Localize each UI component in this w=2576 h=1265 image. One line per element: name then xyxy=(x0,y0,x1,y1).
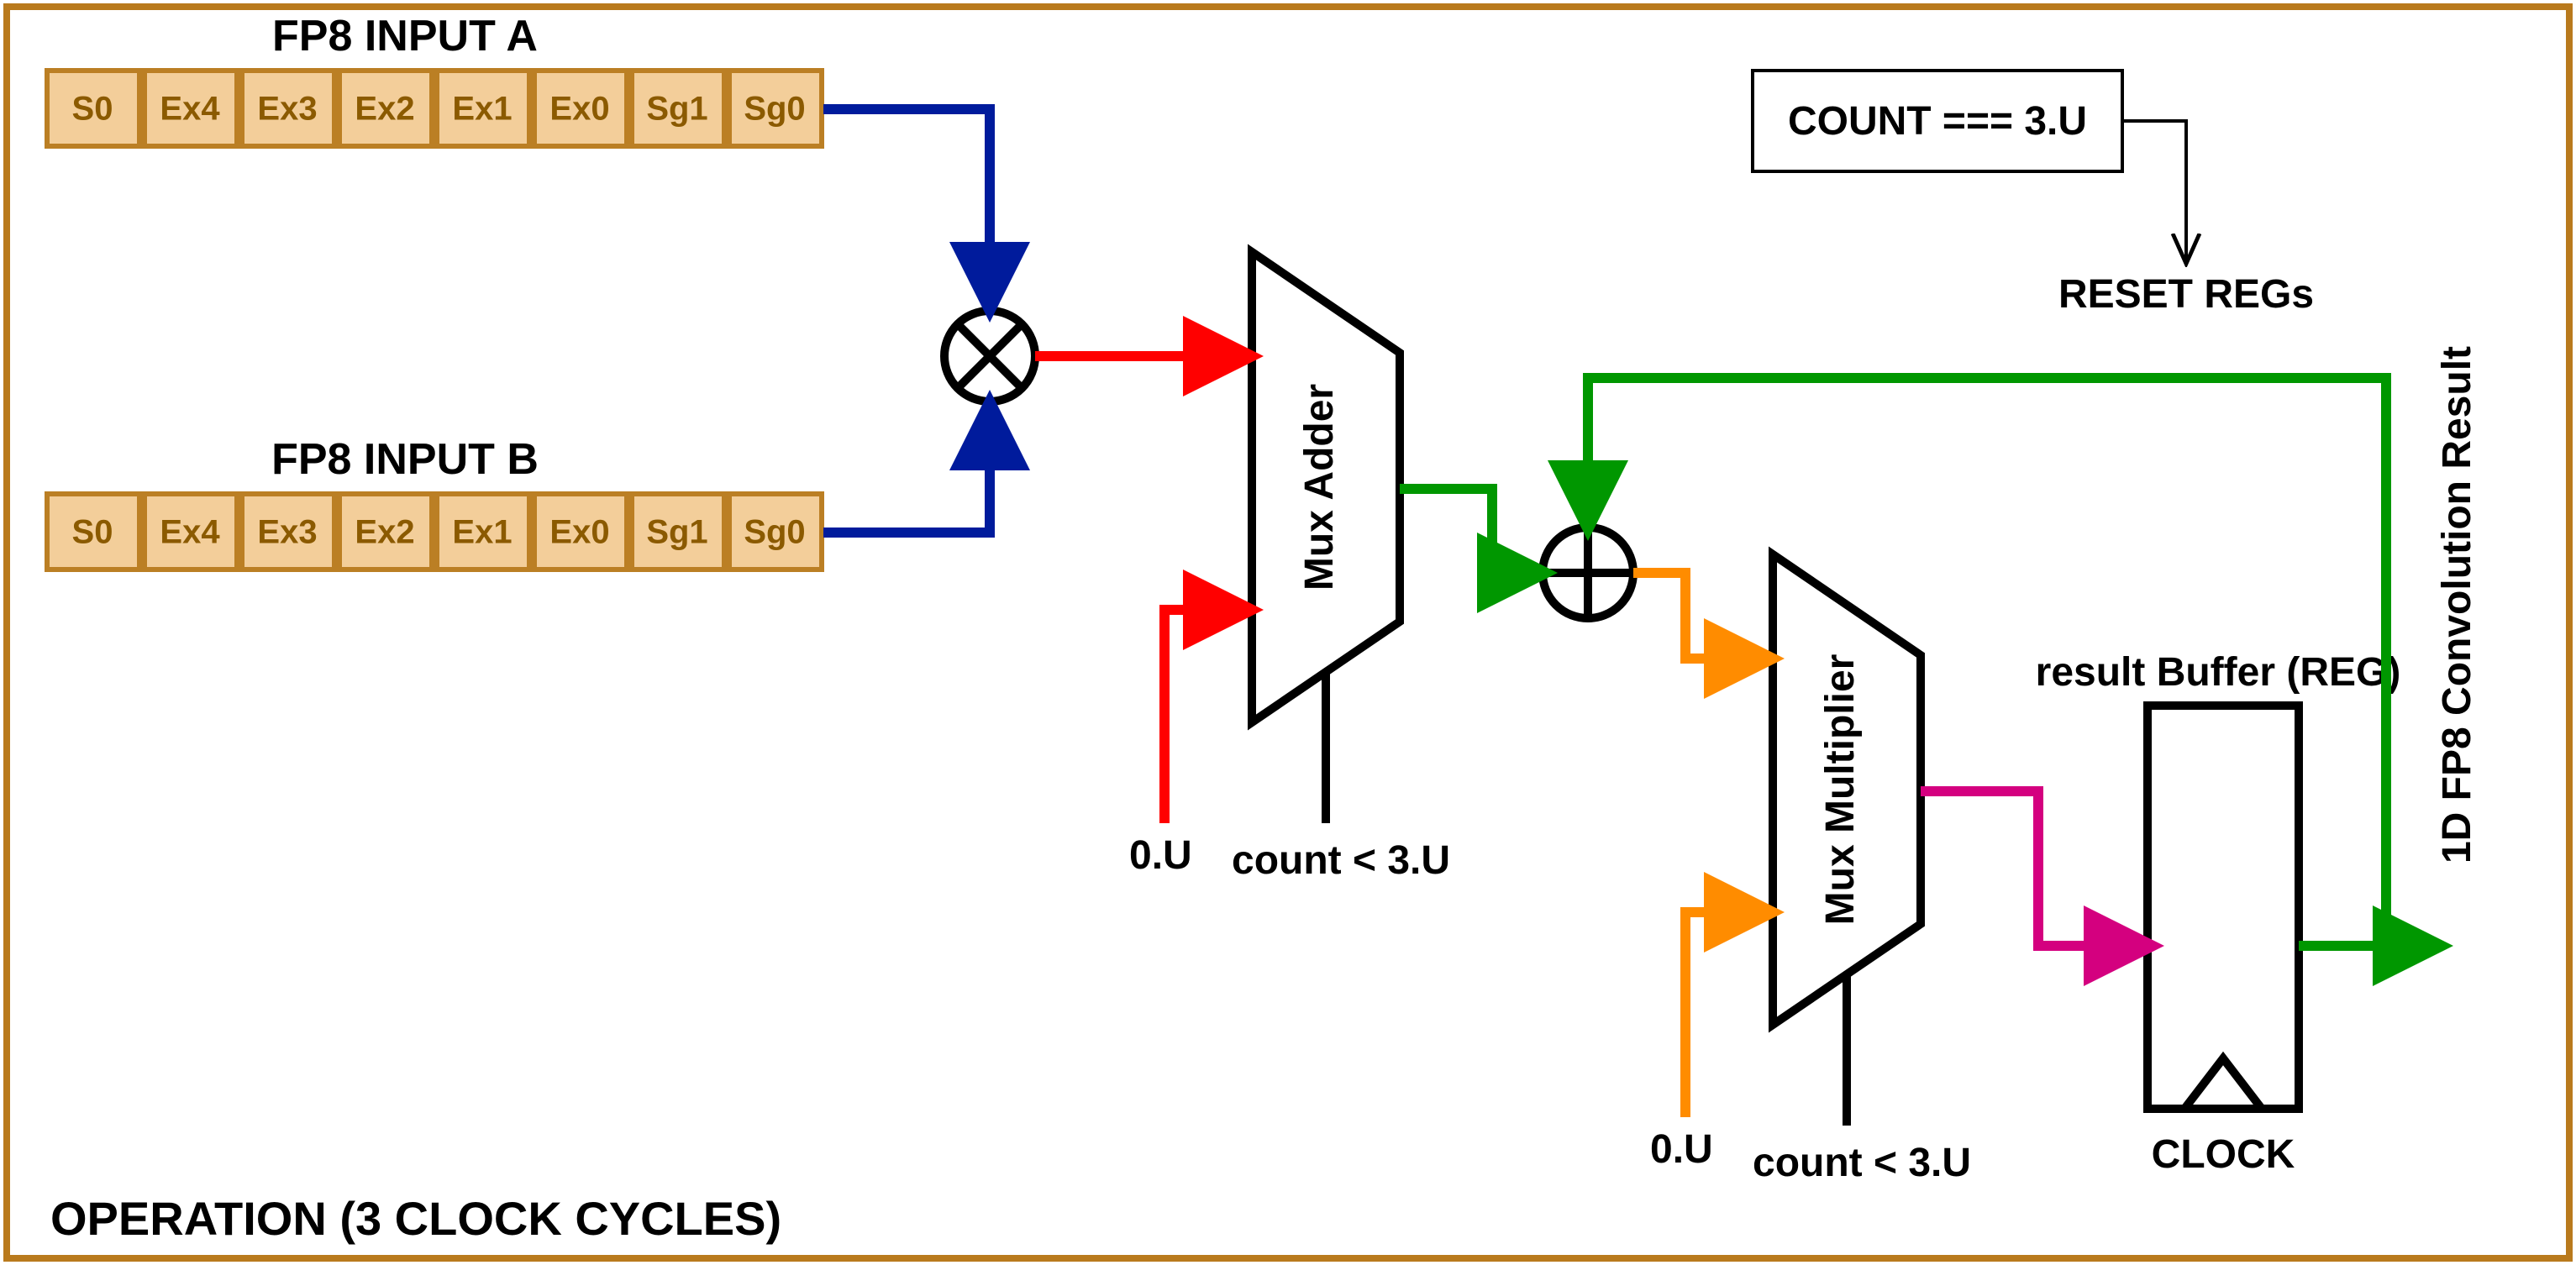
bit-cell-7: Sg0 xyxy=(729,494,822,570)
svg-text:Sg1: Sg1 xyxy=(646,91,707,128)
svg-text:Ex3: Ex3 xyxy=(257,91,317,128)
count-eq-box: COUNT === 3.U xyxy=(1753,71,2122,171)
diagram-canvas: FP8 INPUT A S0 Ex4 Ex3 Ex2 Ex1 Ex0 xyxy=(0,0,2576,1265)
bit-cell-4: Ex1 xyxy=(437,494,529,570)
bit-cell-7: Sg0 xyxy=(729,71,822,146)
bit-cell-5: Ex0 xyxy=(534,494,627,570)
bit-cell-5: Ex0 xyxy=(534,71,627,146)
svg-text:Ex4: Ex4 xyxy=(160,514,220,551)
bit-cell-1: Ex4 xyxy=(145,71,237,146)
svg-text:Ex2: Ex2 xyxy=(355,514,414,551)
count-eq-text: COUNT === 3.U xyxy=(1788,99,2087,144)
bit-cell-0: S0 xyxy=(47,71,139,146)
zero-u-1: 0.U xyxy=(1129,833,1192,878)
result-buffer-reg xyxy=(2148,706,2299,1109)
input-b-title: FP8 INPUT B xyxy=(271,435,539,484)
svg-text:Ex0: Ex0 xyxy=(549,91,609,128)
bit-cell-3: Ex2 xyxy=(339,71,432,146)
svg-text:Sg0: Sg0 xyxy=(744,91,805,128)
svg-text:Ex1: Ex1 xyxy=(452,91,512,128)
svg-text:Ex0: Ex0 xyxy=(549,514,609,551)
input-a-bits: S0 Ex4 Ex3 Ex2 Ex1 Ex0 Sg1 Sg0 xyxy=(47,71,822,146)
mux-multiplier-label: Mux Multiplier xyxy=(1818,654,1863,926)
svg-text:Ex2: Ex2 xyxy=(355,91,414,128)
adder-node xyxy=(1543,528,1633,618)
bit-cell-6: Sg1 xyxy=(632,494,724,570)
mux-adder-label: Mux Adder xyxy=(1297,384,1342,591)
svg-text:S0: S0 xyxy=(72,514,113,551)
count-lt-2: count < 3.U xyxy=(1753,1141,1971,1185)
bit-cell-1: Ex3 xyxy=(242,494,334,570)
svg-text:Ex4: Ex4 xyxy=(160,91,220,128)
svg-text:Sg0: Sg0 xyxy=(744,514,805,551)
bit-cell-2: Ex3 xyxy=(242,71,334,146)
svg-text:S0: S0 xyxy=(72,91,113,128)
multiplier-node xyxy=(944,311,1035,402)
bit-cell-3: Ex2 xyxy=(339,494,432,570)
svg-text:Sg1: Sg1 xyxy=(646,514,707,551)
reset-regs-label: RESET REGs xyxy=(2058,272,2314,317)
bit-cell-4: Ex1 xyxy=(437,71,529,146)
output-label: 1D FP8 Convolution Result xyxy=(2435,346,2479,863)
bit-cell-0: S0 xyxy=(47,494,139,570)
input-a-title: FP8 INPUT A xyxy=(272,12,538,60)
bit-cell-6: Sg1 xyxy=(632,71,724,146)
operation-caption: OPERATION (3 CLOCK CYCLES) xyxy=(50,1192,781,1245)
count-lt-1: count < 3.U xyxy=(1232,838,1450,883)
svg-text:Ex3: Ex3 xyxy=(257,514,317,551)
zero-u-2: 0.U xyxy=(1650,1127,1713,1172)
input-b-bits: S0 Ex3 Ex4 Ex2 Ex1 Ex0 Sg1 Sg0 xyxy=(47,494,822,570)
svg-text:Ex1: Ex1 xyxy=(452,514,512,551)
bit-cell-1b: Ex4 xyxy=(145,494,237,570)
result-buffer-label: result Buffer (REG) xyxy=(2036,650,2401,695)
clock-label: CLOCK xyxy=(2152,1132,2295,1177)
